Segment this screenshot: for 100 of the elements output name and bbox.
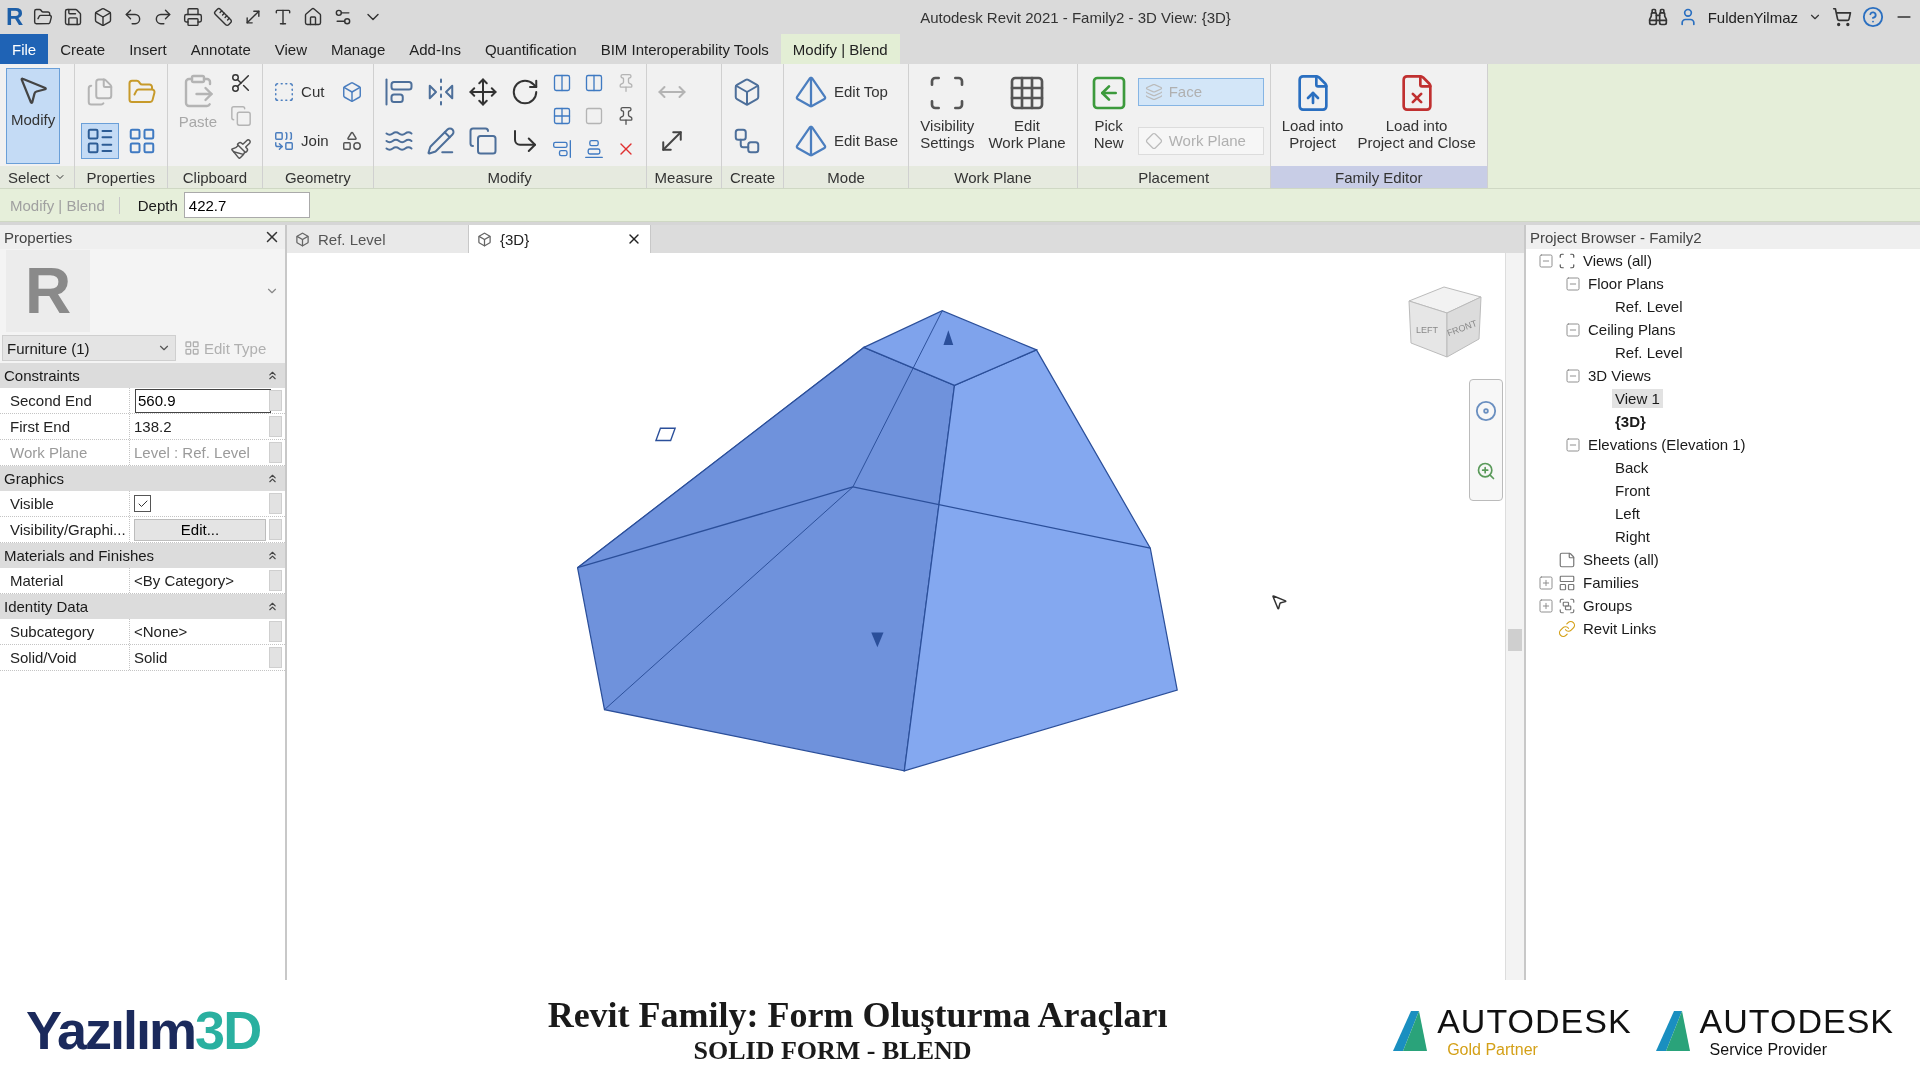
tree-item[interactable]: {3D} — [1612, 412, 1649, 431]
property-group-header[interactable]: Constraints — [4, 367, 80, 384]
scrollbar-segment[interactable] — [269, 493, 282, 514]
ribbon-tab[interactable]: Add-Ins — [397, 34, 473, 64]
views-icon — [1558, 251, 1576, 270]
company-logo: Yazılım3D — [26, 999, 262, 1061]
ribbon-tool-button[interactable]: Edit Work Plane — [983, 68, 1071, 164]
tree-item[interactable]: Ref. Level — [1612, 343, 1686, 362]
ribbon-tool-button[interactable]: Visibility Settings — [915, 68, 980, 164]
property-group-header[interactable]: Graphics — [4, 470, 65, 487]
window-title: Autodesk Revit 2021 - Family2 - 3D View: {3D} — [919, 8, 1232, 26]
collapse-icon[interactable] — [266, 549, 279, 562]
ribbon-tool-button[interactable]: Edit Base — [790, 120, 903, 161]
edit-button[interactable]: Edit... — [134, 518, 266, 541]
type-selector[interactable]: Furniture (1) — [2, 335, 176, 361]
document-tab[interactable]: Ref. Level — [287, 225, 469, 253]
binoculars-icon[interactable] — [1647, 7, 1668, 27]
tree-item[interactable]: Ref. Level — [1612, 297, 1686, 316]
document-tab[interactable]: {3D} — [469, 225, 651, 253]
scrollbar-segment[interactable] — [269, 442, 282, 463]
grid-icon — [184, 340, 200, 356]
view-icon — [477, 231, 492, 247]
save-icon[interactable] — [63, 7, 84, 27]
ribbon-tool-button[interactable]: Modify — [6, 68, 61, 164]
checkbox[interactable] — [134, 495, 151, 512]
tree-item[interactable]: Views (all) — [1580, 251, 1655, 270]
scrollbar-segment[interactable] — [269, 621, 282, 642]
ribbon-tab[interactable]: Annotate — [178, 34, 263, 64]
tree-item[interactable]: View 1 — [1612, 389, 1663, 408]
brand-name: AUTODESK — [1699, 1001, 1894, 1041]
open-folder-icon[interactable] — [33, 7, 54, 27]
ribbon-tool-button[interactable]: Cut — [269, 77, 333, 106]
tree-item[interactable]: Sheets (all) — [1580, 550, 1662, 569]
help-icon[interactable] — [1862, 6, 1884, 28]
ribbon-tool-button[interactable]: Edit Top — [790, 71, 903, 112]
ribbon-tool-button[interactable]: Load into Project and Close — [1352, 68, 1481, 164]
tree-item[interactable]: Groups — [1580, 596, 1636, 615]
user-name[interactable]: FuldenYilmaz — [1707, 8, 1798, 26]
ruler-icon[interactable] — [213, 7, 234, 27]
partner-level-text: Gold Partner — [1447, 1040, 1539, 1059]
collapse-icon[interactable] — [266, 369, 279, 382]
paintbrush-icon — [230, 137, 253, 160]
ribbon-panel-label: Measure — [646, 166, 721, 188]
collapse-icon[interactable] — [266, 600, 279, 613]
view-icon — [295, 231, 310, 247]
tree-item[interactable]: Back — [1612, 458, 1652, 477]
tree-item[interactable]: Ceiling Plans — [1585, 320, 1679, 339]
ribbon-tab[interactable]: Quantification — [472, 34, 589, 64]
tree-item[interactable]: Floor Plans — [1585, 274, 1667, 293]
ribbon-tab[interactable]: File — [0, 34, 49, 64]
align-icon — [583, 138, 604, 159]
property-name: Second End — [0, 388, 130, 413]
copy-icon — [230, 105, 253, 127]
ribbon-tool-button[interactable]: Join — [269, 126, 333, 155]
cube-icon[interactable] — [93, 7, 114, 27]
tree-item[interactable]: Revit Links — [1580, 619, 1660, 638]
mouse-cursor-icon — [1270, 593, 1288, 611]
scrollbar-thumb[interactable] — [1508, 629, 1522, 651]
value-field[interactable]: 560.9 — [135, 388, 271, 413]
context-label: Modify | Blend — [0, 196, 120, 214]
scrollbar-segment[interactable] — [269, 570, 282, 591]
ribbon-tool-button[interactable]: Load into Project — [1276, 68, 1349, 164]
scrollbar-segment[interactable] — [269, 519, 282, 540]
ribbon-tab[interactable]: Create — [48, 34, 118, 64]
property-name: First End — [0, 414, 130, 439]
panel-title: Properties — [4, 228, 73, 246]
ribbon-tool-button[interactable]: Pick New — [1083, 68, 1134, 164]
scrollbar-segment[interactable] — [269, 416, 282, 437]
video-subtitle: SOLID FORM - BLEND — [693, 1036, 972, 1066]
ribbon-tab[interactable]: Manage — [319, 34, 398, 64]
ribbon-panel-label: Properties — [74, 166, 167, 188]
tree-item[interactable]: 3D Views — [1585, 366, 1655, 385]
ribbon-tab[interactable]: BIM Interoperability Tools — [588, 34, 781, 64]
collapse-icon[interactable] — [266, 472, 279, 485]
cart-icon[interactable] — [1832, 7, 1852, 27]
app-logo[interactable]: R — [6, 3, 24, 31]
tree-item[interactable]: Front — [1612, 481, 1653, 500]
ribbon-tab[interactable]: Insert — [117, 34, 179, 64]
property-value: Level : Ref. Level — [134, 444, 250, 461]
expand-icon[interactable] — [1538, 574, 1554, 591]
copy-icon — [467, 125, 498, 156]
tree-item[interactable]: Right — [1612, 527, 1654, 546]
house-icon[interactable] — [303, 7, 324, 27]
ribbon-panel-label[interactable]: Select — [0, 166, 74, 188]
ribbon-tab[interactable]: View — [262, 34, 320, 64]
printer-icon[interactable] — [183, 7, 204, 27]
expand-icon[interactable] — [1538, 597, 1554, 614]
property-value: <By Category> — [134, 572, 235, 589]
families-icon — [1558, 573, 1576, 592]
property-name: Solid/Void — [0, 645, 130, 670]
tree-item[interactable]: Left — [1612, 504, 1644, 523]
depth-field[interactable]: 422.7 — [183, 192, 310, 218]
ribbon-panel-label: Family Editor — [1270, 166, 1487, 188]
tree-item[interactable]: Families — [1580, 573, 1642, 592]
zoom-icon[interactable] — [1476, 460, 1496, 481]
tree-item[interactable]: Elevations (Elevation 1) — [1585, 435, 1749, 454]
property-name: Subcategory — [0, 619, 130, 644]
ribbon-tab[interactable]: Modify | Blend — [780, 34, 900, 64]
scrollbar-segment[interactable] — [269, 647, 282, 668]
ribbon-icon-button[interactable] — [80, 122, 119, 159]
